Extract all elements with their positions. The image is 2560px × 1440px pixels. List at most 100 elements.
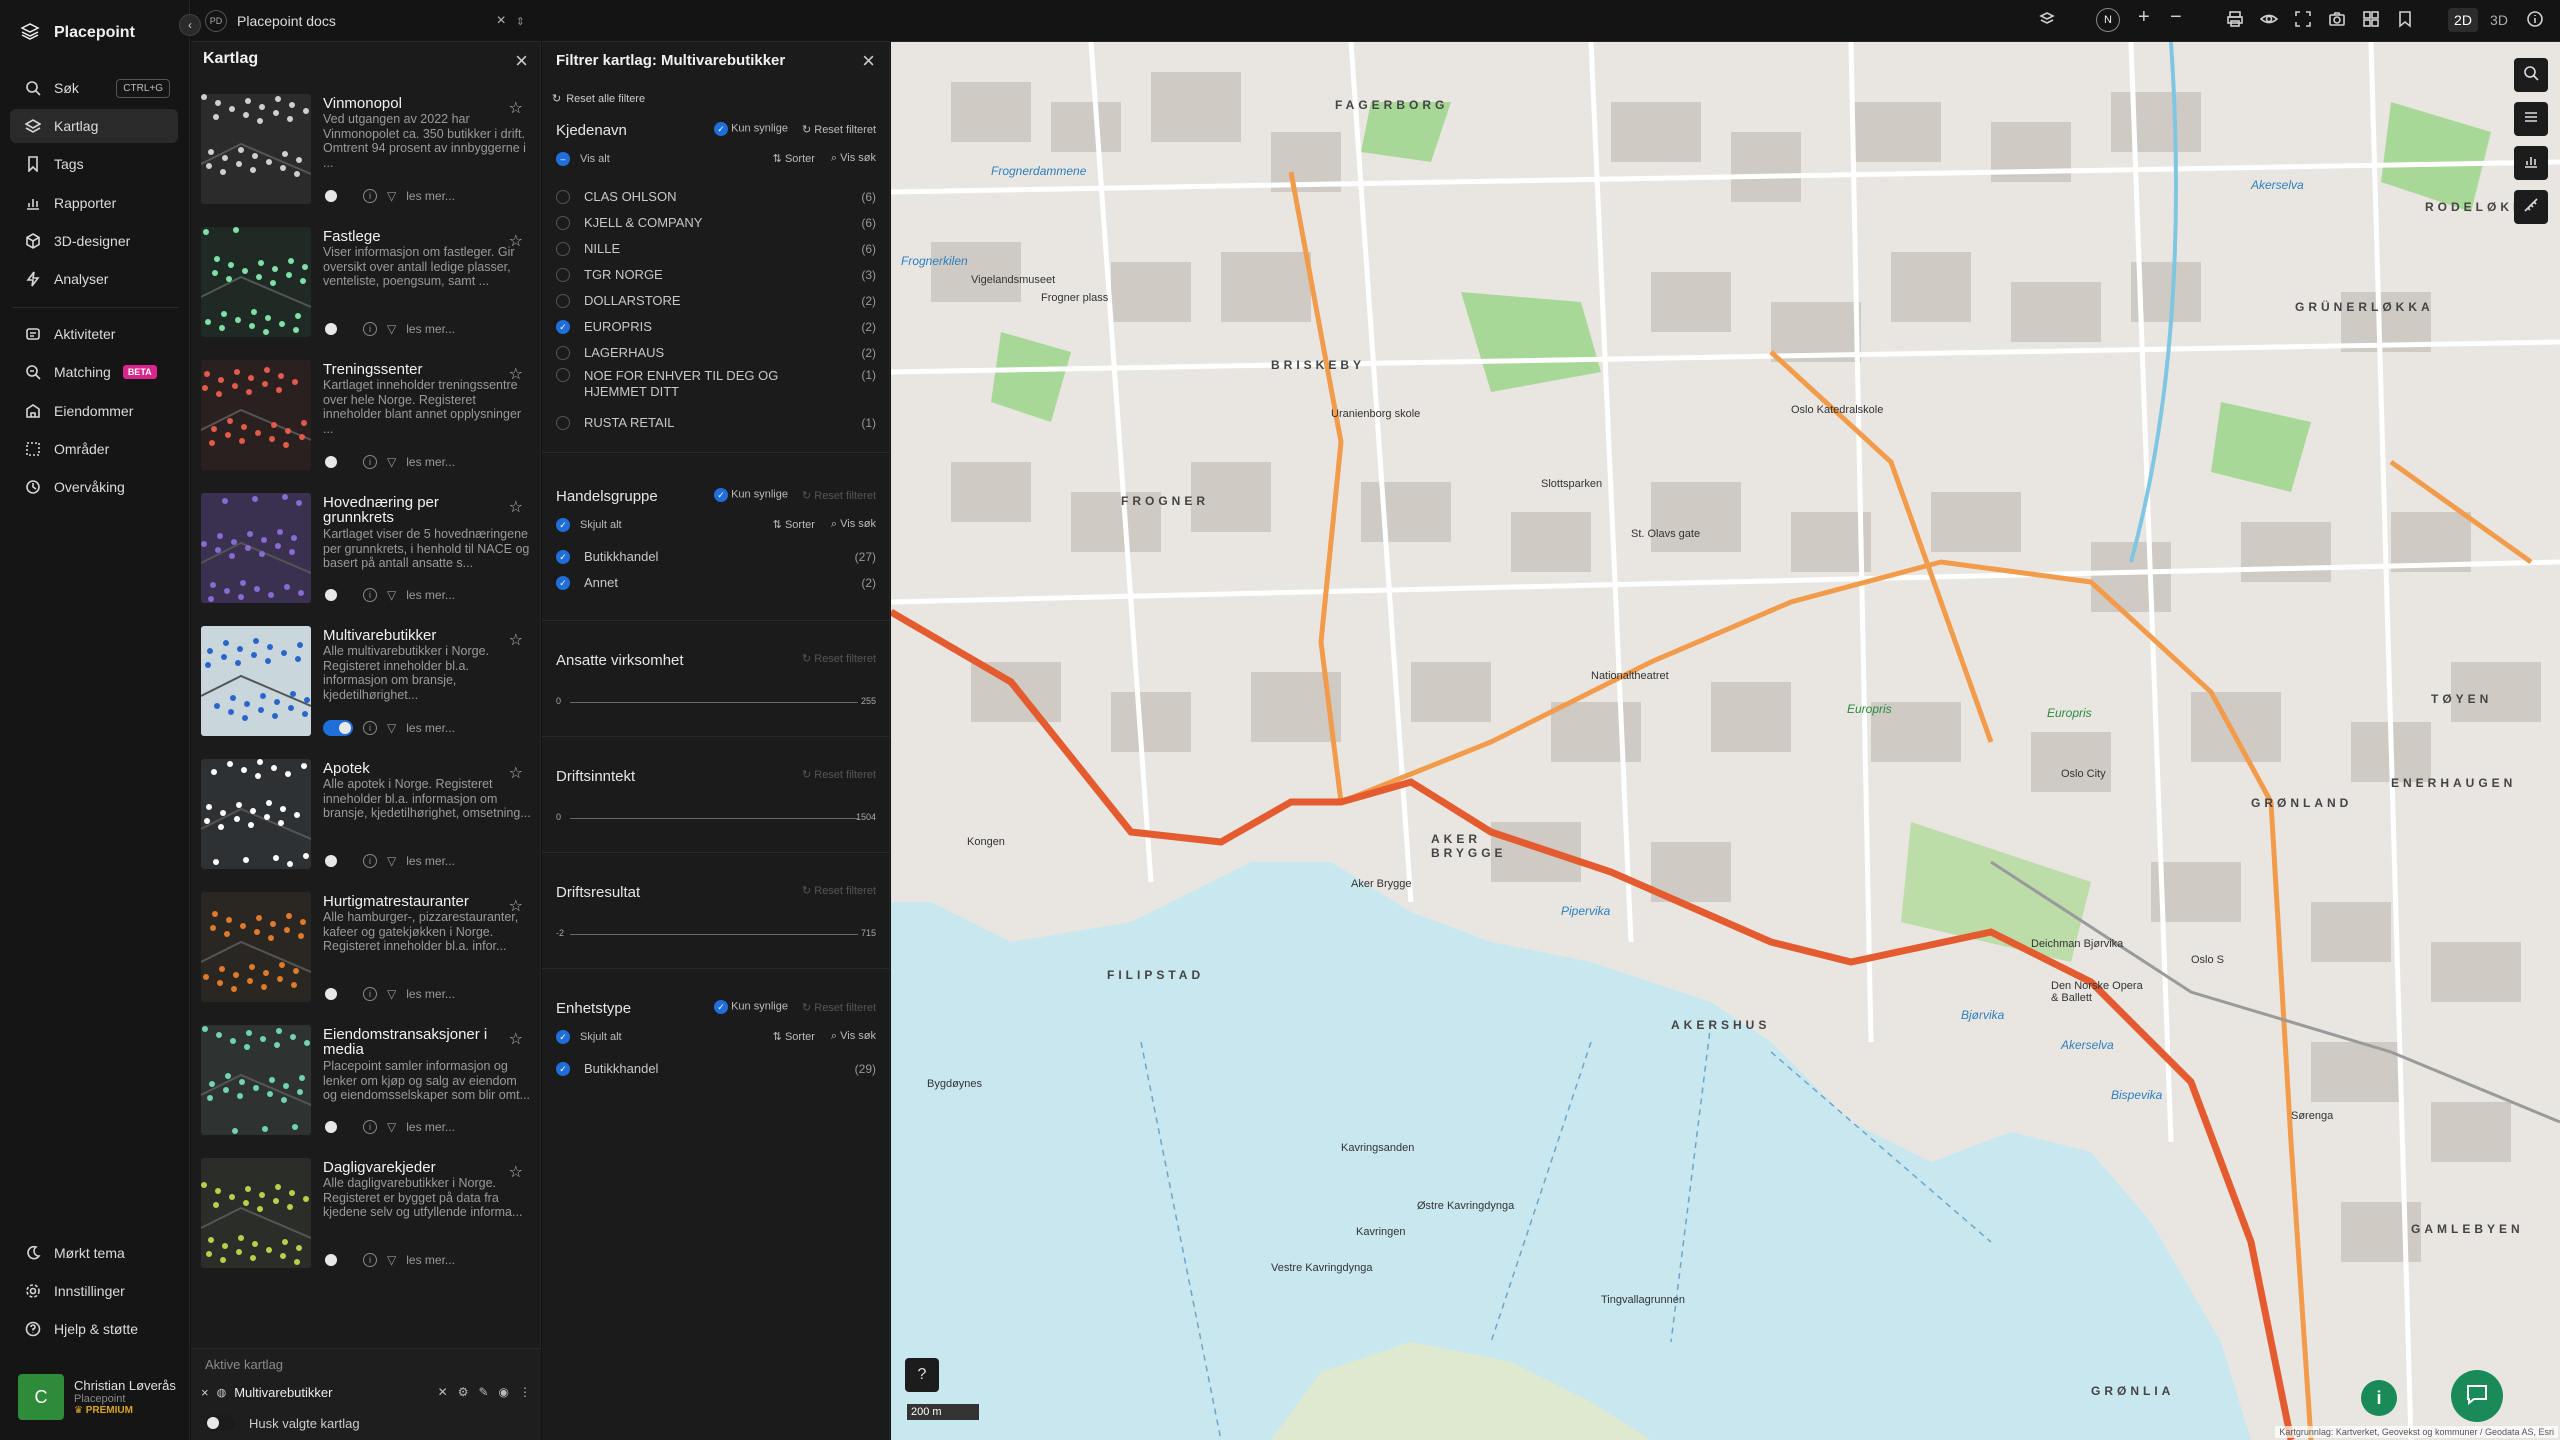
info-icon[interactable]	[2526, 10, 2544, 33]
filter-option[interactable]: ✓ Butikkhandel (29)	[556, 1058, 876, 1080]
filter-option[interactable]: TGR NORGE (3)	[556, 264, 876, 286]
checkbox[interactable]	[556, 216, 570, 230]
map-measure-tool[interactable]	[2514, 190, 2548, 224]
map-search-tool[interactable]	[2514, 58, 2548, 92]
filter-icon[interactable]: ▽	[387, 1253, 396, 1267]
info-button[interactable]: i	[2361, 1380, 2397, 1416]
close-icon[interactable]: ×	[496, 12, 505, 30]
filter-option[interactable]: KJELL & COMPANY (6)	[556, 212, 876, 234]
toggle-all[interactable]: ✓ Skjult alt	[556, 1030, 622, 1044]
checkbox[interactable]	[556, 294, 570, 308]
filter-icon[interactable]: ▽	[387, 721, 396, 735]
result-slider[interactable]: -2 715	[556, 928, 876, 942]
slider-track[interactable]	[570, 934, 858, 935]
checkbox[interactable]: ✓	[556, 1062, 570, 1076]
filter-icon[interactable]: ▽	[387, 1120, 396, 1134]
read-more-link[interactable]: les mer...	[406, 455, 455, 469]
layer-card[interactable]: Eiendomstransaksjoner i media ☆ Placepoint…	[201, 1025, 535, 1149]
layer-card[interactable]: Dagligvarekjeder ☆ Alle dagligvarebutikker…	[201, 1158, 535, 1282]
collapse-sidebar-button[interactable]: ‹	[179, 14, 201, 36]
checkbox[interactable]: ✓	[556, 320, 570, 334]
info-icon[interactable]: i	[363, 588, 377, 602]
nav-reports[interactable]: Rapporter	[10, 186, 178, 220]
filter-option[interactable]: NOE FOR ENHVER TIL DEG OG HJEMMET DITT (1…	[556, 368, 876, 404]
layer-card[interactable]: Fastlege ☆ Viser informasjon om fastleger.…	[201, 227, 535, 351]
map-canvas[interactable]: FAGERBORG BRISKEBY FROGNER RODELØKKA GRÜ…	[891, 42, 2560, 1440]
filter-option[interactable]: LAGERHAUS (2)	[556, 342, 876, 364]
only-visible-toggle[interactable]: ✓ Kun synlige	[714, 488, 788, 502]
checkbox[interactable]	[556, 242, 570, 256]
layer-toggle[interactable]	[323, 188, 353, 204]
checkbox[interactable]	[556, 190, 570, 204]
nav-settings[interactable]: Innstillinger	[10, 1274, 178, 1308]
zoom-out-button[interactable]: −	[2170, 6, 2182, 29]
show-search-button[interactable]: ⌕ Vis søk	[831, 152, 876, 165]
filter-icon[interactable]: ▽	[387, 455, 396, 469]
mode-2d-button[interactable]: 2D	[2448, 8, 2478, 32]
map-stats-tool[interactable]	[2514, 146, 2548, 180]
nav-layers[interactable]: Kartlag	[10, 109, 178, 143]
layer-toggle[interactable]	[323, 321, 353, 337]
layer-card[interactable]: Hurtigmatrestauranter ☆ Alle hamburger-, p…	[201, 892, 535, 1016]
eye-icon[interactable]	[2259, 10, 2279, 33]
checkbox[interactable]	[556, 346, 570, 360]
read-more-link[interactable]: les mer...	[406, 721, 455, 735]
map-help-button[interactable]: ?	[905, 1358, 939, 1392]
compass-button[interactable]: N	[2096, 8, 2120, 32]
close-icon[interactable]: ×	[862, 48, 875, 74]
layer-card[interactable]: Vinmonopol ☆ Ved utgangen av 2022 har Vinm…	[201, 94, 535, 218]
nav-matching[interactable]: Matching BETA	[10, 355, 178, 389]
layer-toggle[interactable]	[323, 1119, 353, 1135]
chevron-updown-icon[interactable]: ⇕	[516, 15, 525, 28]
print-icon[interactable]	[2226, 10, 2244, 33]
more-icon[interactable]: ⋮	[519, 1385, 531, 1399]
reset-filter-button[interactable]: ↻ Reset filteret	[802, 489, 876, 502]
reset-filter-button[interactable]: ↻ Reset filteret	[802, 123, 876, 136]
nav-dark-theme[interactable]: Mørkt tema	[10, 1236, 178, 1270]
filter-option[interactable]: RUSTA RETAIL (1)	[556, 412, 876, 434]
reset-filter-button[interactable]: ↻ Reset filteret	[802, 1001, 876, 1014]
remember-layers[interactable]: Husk valgte kartlag	[205, 1415, 360, 1431]
info-icon[interactable]: i	[363, 854, 377, 868]
info-icon[interactable]: i	[363, 721, 377, 735]
chat-button[interactable]	[2451, 1370, 2503, 1422]
layer-toggle[interactable]	[323, 454, 353, 470]
sort-button[interactable]: ⇅ Sorter	[773, 1030, 815, 1043]
grid-icon[interactable]	[2362, 10, 2380, 33]
filter-option[interactable]: NILLE (6)	[556, 238, 876, 260]
document-tab[interactable]: PD Placepoint docs × ⇕	[205, 8, 525, 34]
zoom-in-button[interactable]: +	[2138, 6, 2150, 29]
bookmark-icon[interactable]	[2396, 10, 2414, 33]
slider-track[interactable]	[570, 702, 858, 703]
checkbox[interactable]	[556, 368, 570, 382]
checkbox[interactable]: ✓	[556, 550, 570, 564]
reset-filter-button[interactable]: ↻ Reset filteret	[802, 652, 876, 665]
nav-search[interactable]: Søk CTRL+G	[10, 71, 178, 105]
layer-toggle[interactable]	[323, 853, 353, 869]
filter-icon[interactable]: ▽	[387, 854, 396, 868]
only-visible-toggle[interactable]: ✓ Kun synlige	[714, 1000, 788, 1014]
filter-icon[interactable]: ▽	[387, 588, 396, 602]
toggle-all[interactable]: – Vis alt	[556, 152, 610, 166]
filter-option[interactable]: ✓ Annet (2)	[556, 572, 876, 594]
filter-icon[interactable]: ▽	[387, 987, 396, 1001]
fullscreen-icon[interactable]	[2294, 10, 2312, 33]
sort-button[interactable]: ⇅ Sorter	[773, 518, 815, 531]
layer-toggle[interactable]	[323, 1252, 353, 1268]
remember-toggle[interactable]	[205, 1415, 235, 1431]
read-more-link[interactable]: les mer...	[406, 588, 455, 602]
read-more-link[interactable]: les mer...	[406, 322, 455, 336]
eye-icon[interactable]: ◉	[499, 1385, 509, 1399]
nav-areas[interactable]: Områder	[10, 432, 178, 466]
checkbox[interactable]	[556, 416, 570, 430]
checkbox[interactable]	[556, 268, 570, 282]
mode-3d-button[interactable]: 3D	[2484, 8, 2514, 32]
show-search-button[interactable]: ⌕ Vis søk	[831, 1030, 876, 1043]
filter-icon[interactable]: ▽	[387, 189, 396, 203]
reset-filter-button[interactable]: ↻ Reset filteret	[802, 884, 876, 897]
nav-properties[interactable]: Eiendommer	[10, 394, 178, 428]
layer-card[interactable]: Multivarebutikker ☆ Alle multivarebutikker…	[201, 626, 535, 750]
filter-option[interactable]: DOLLARSTORE (2)	[556, 290, 876, 312]
checkbox[interactable]: ✓	[556, 576, 570, 590]
star-icon[interactable]: ☆	[509, 497, 523, 517]
